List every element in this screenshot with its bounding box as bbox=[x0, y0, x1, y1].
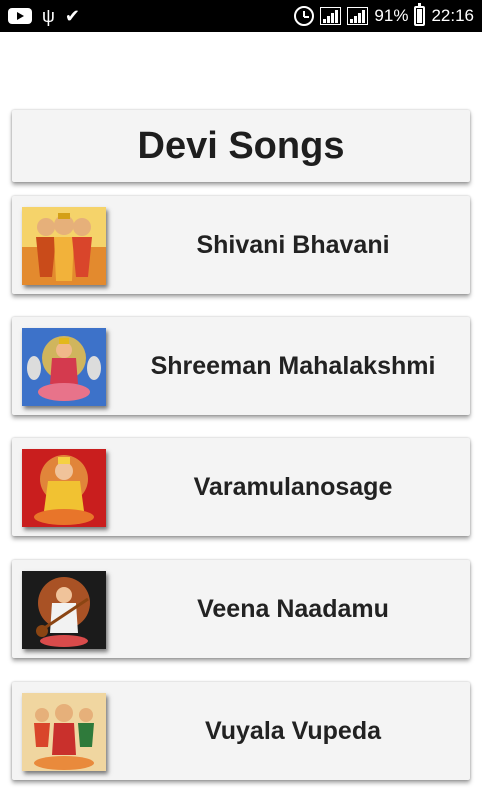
song-thumbnail bbox=[22, 449, 106, 527]
song-title: Shivani Bhavani bbox=[196, 230, 390, 259]
signal-icon bbox=[320, 7, 342, 25]
song-title: Varamulanosage bbox=[193, 472, 393, 501]
song-item-shreeman-mahalakshmi[interactable]: Shreeman Mahalakshmi bbox=[12, 317, 470, 415]
battery-icon bbox=[414, 3, 426, 26]
song-title: Shreeman Mahalakshmi bbox=[150, 351, 436, 380]
signal-icon bbox=[347, 7, 369, 25]
song-title: Vuyala Vupeda bbox=[205, 716, 381, 745]
title-card: Devi Songs bbox=[12, 110, 470, 182]
youtube-icon bbox=[8, 8, 32, 24]
song-thumbnail bbox=[22, 207, 106, 285]
clock: 22:16 bbox=[431, 6, 474, 25]
check-icon: ✔ bbox=[64, 6, 80, 26]
song-item-veena-naadamu[interactable]: Veena Naadamu bbox=[12, 560, 470, 658]
usb-icon: ψ bbox=[42, 6, 55, 26]
song-thumbnail bbox=[22, 328, 106, 406]
song-title: Veena Naadamu bbox=[197, 594, 389, 623]
song-item-varamulanosage[interactable]: Varamulanosage bbox=[12, 438, 470, 536]
status-bar: ψ ✔ 91% 22:16 bbox=[0, 0, 482, 32]
song-item-shivani-bhavani[interactable]: Shivani Bhavani bbox=[12, 196, 470, 294]
song-thumbnail bbox=[22, 571, 106, 649]
song-item-vuyala-vupeda[interactable]: Vuyala Vupeda bbox=[12, 682, 470, 780]
battery-percent: 91% bbox=[374, 6, 409, 25]
alarm-icon bbox=[294, 6, 315, 26]
page-title: Devi Songs bbox=[137, 124, 345, 167]
song-thumbnail bbox=[22, 693, 106, 771]
